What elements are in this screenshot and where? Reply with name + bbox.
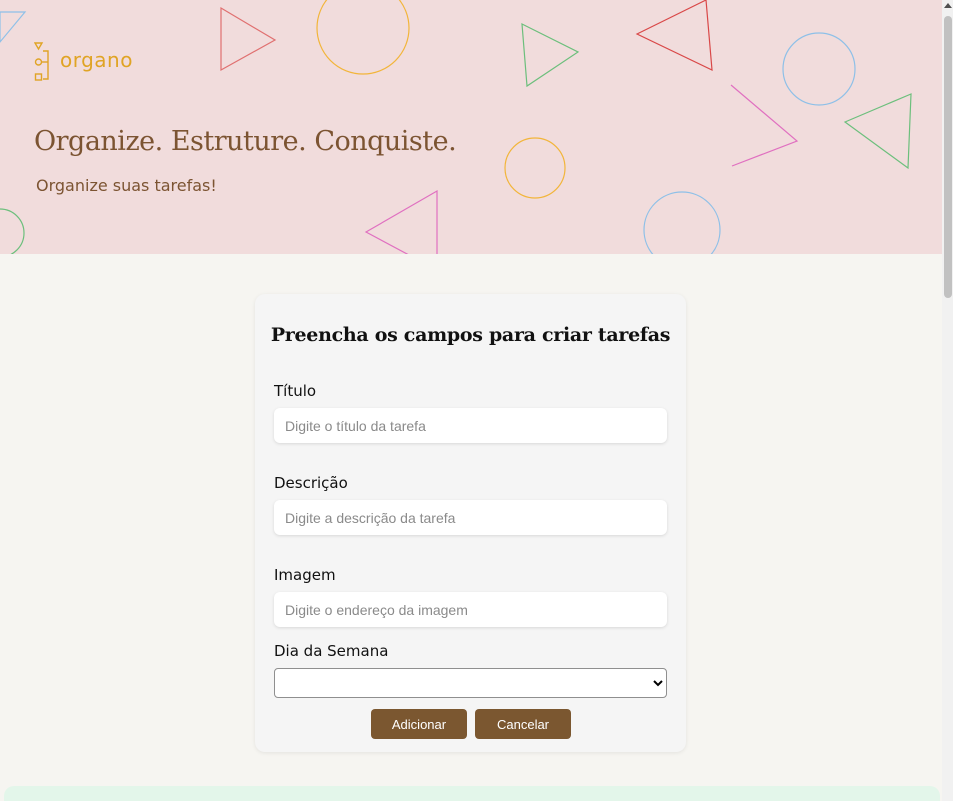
circle-shape — [643, 191, 721, 254]
logo-text: organo — [60, 48, 133, 72]
triangle-shape — [730, 84, 799, 167]
image-input[interactable] — [274, 592, 667, 627]
circle-shape — [0, 208, 25, 254]
title-label: Título — [274, 382, 317, 400]
circle-shape — [316, 0, 410, 75]
vertical-scrollbar[interactable] — [942, 0, 953, 801]
logo[interactable]: organo — [34, 42, 133, 82]
page-subtitle: Organize suas tarefas! — [36, 176, 217, 195]
title-input[interactable] — [274, 408, 667, 443]
header-banner: organo Organize. Estruture. Conquiste. O… — [0, 0, 942, 254]
description-label: Descrição — [274, 474, 348, 492]
arrow-up-icon[interactable] — [944, 3, 952, 8]
cancel-button[interactable]: Cancelar — [475, 709, 571, 739]
organo-logo-icon — [34, 42, 49, 81]
triangle-shape — [220, 6, 277, 72]
triangle-shape — [0, 11, 27, 43]
triangle-shape — [364, 189, 438, 254]
scrollbar-thumb[interactable] — [944, 16, 952, 298]
page: organo Organize. Estruture. Conquiste. O… — [0, 0, 953, 801]
image-label: Imagem — [274, 566, 336, 584]
weekday-select[interactable] — [274, 668, 667, 698]
triangle-shape — [843, 93, 912, 170]
circle-shape — [504, 137, 566, 199]
description-input[interactable] — [274, 500, 667, 535]
circle-shape — [782, 32, 856, 106]
weekday-label: Dia da Semana — [274, 642, 389, 660]
task-form-card: Preencha os campos para criar tarefas Tí… — [255, 294, 686, 752]
triangle-shape — [635, 0, 713, 71]
page-title: Organize. Estruture. Conquiste. — [34, 126, 457, 157]
add-button[interactable]: Adicionar — [371, 709, 467, 739]
tasks-section-top — [4, 786, 940, 801]
form-title: Preencha os campos para criar tarefas — [270, 324, 671, 346]
triangle-shape — [521, 22, 580, 88]
